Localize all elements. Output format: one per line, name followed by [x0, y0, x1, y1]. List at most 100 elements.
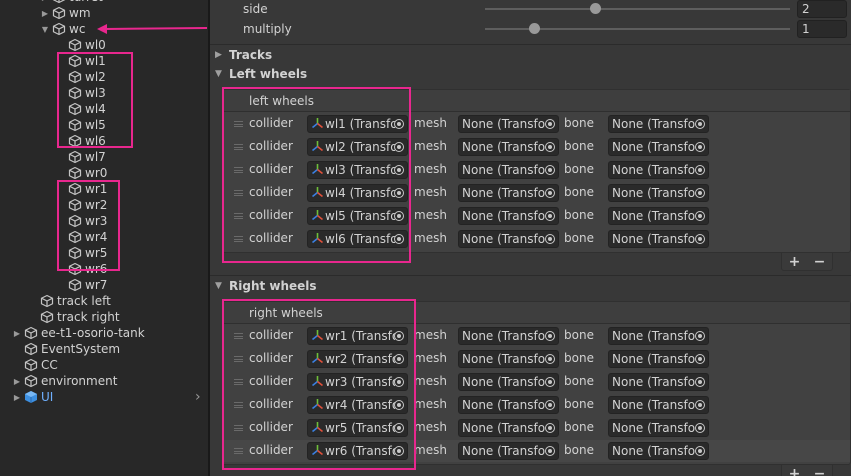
- object-picker-icon[interactable]: [394, 119, 404, 129]
- hierarchy-item[interactable]: wr2: [56, 197, 107, 213]
- fold-closed-icon[interactable]: ▶: [12, 393, 22, 402]
- bone-object-field[interactable]: None (Transform): [608, 184, 709, 202]
- hierarchy-item[interactable]: wr1: [56, 181, 107, 197]
- right-wheels-list-header[interactable]: right wheels: [223, 302, 850, 324]
- object-picker-icon[interactable]: [545, 331, 555, 341]
- collider-object-field[interactable]: wl6 (Transform): [307, 230, 408, 248]
- object-picker-icon[interactable]: [695, 423, 705, 433]
- collider-object-field[interactable]: wl3 (Transform): [307, 161, 408, 179]
- mesh-object-field[interactable]: None (Transform): [458, 373, 559, 391]
- mesh-object-field[interactable]: None (Transform): [458, 161, 559, 179]
- drag-handle-icon[interactable]: [234, 448, 243, 454]
- fold-closed-icon[interactable]: ▶: [12, 329, 22, 338]
- drag-handle-icon[interactable]: [234, 167, 243, 173]
- chevron-right-icon[interactable]: ›: [195, 389, 201, 405]
- drag-handle-icon[interactable]: [234, 236, 243, 242]
- tracks-foldout[interactable]: ▶ Tracks: [215, 48, 272, 62]
- object-picker-icon[interactable]: [394, 165, 404, 175]
- collider-object-field[interactable]: wr2 (Transform): [307, 350, 408, 368]
- object-picker-icon[interactable]: [695, 188, 705, 198]
- hierarchy-item[interactable]: wl4: [56, 101, 106, 117]
- collider-object-field[interactable]: wl1 (Transform): [307, 115, 408, 133]
- hierarchy-item[interactable]: ▼ wc: [40, 21, 86, 37]
- fold-closed-icon[interactable]: ▶: [40, 9, 50, 18]
- object-picker-icon[interactable]: [545, 165, 555, 175]
- drag-handle-icon[interactable]: [234, 213, 243, 219]
- object-picker-icon[interactable]: [695, 142, 705, 152]
- collider-object-field[interactable]: wl2 (Transform): [307, 138, 408, 156]
- object-picker-icon[interactable]: [394, 354, 404, 364]
- side-slider-thumb[interactable]: [589, 3, 601, 14]
- object-picker-icon[interactable]: [695, 331, 705, 341]
- bone-object-field[interactable]: None (Transform): [608, 138, 709, 156]
- collider-object-field[interactable]: wr3 (Transform): [307, 373, 408, 391]
- right-wheels-foldout[interactable]: ▼ Right wheels: [215, 279, 317, 293]
- collider-object-field[interactable]: wl4 (Transform): [307, 184, 408, 202]
- hierarchy-item[interactable]: track left: [28, 293, 111, 309]
- mesh-object-field[interactable]: None (Transform): [458, 442, 559, 460]
- remove-element-button[interactable]: −: [814, 466, 826, 476]
- hierarchy-item[interactable]: ▶ ee-t1-osorio-tank: [12, 325, 145, 341]
- object-picker-icon[interactable]: [695, 165, 705, 175]
- mesh-object-field[interactable]: None (Transform): [458, 350, 559, 368]
- drag-handle-icon[interactable]: [234, 356, 243, 362]
- bone-object-field[interactable]: None (Transform): [608, 115, 709, 133]
- object-picker-icon[interactable]: [394, 423, 404, 433]
- mesh-object-field[interactable]: None (Transform): [458, 138, 559, 156]
- multiply-value-field[interactable]: 1: [797, 20, 847, 38]
- object-picker-icon[interactable]: [394, 188, 404, 198]
- bone-object-field[interactable]: None (Transform): [608, 207, 709, 225]
- collider-object-field[interactable]: wr1 (Transform): [307, 327, 408, 345]
- object-picker-icon[interactable]: [394, 234, 404, 244]
- object-picker-icon[interactable]: [545, 377, 555, 387]
- hierarchy-item[interactable]: wr4: [56, 229, 107, 245]
- hierarchy-item[interactable]: wr3: [56, 213, 107, 229]
- multiply-slider-thumb[interactable]: [528, 23, 540, 34]
- hierarchy-item[interactable]: wr0: [56, 165, 107, 181]
- object-picker-icon[interactable]: [695, 400, 705, 410]
- hierarchy-item[interactable]: wr7: [56, 277, 107, 293]
- mesh-object-field[interactable]: None (Transform): [458, 184, 559, 202]
- collider-object-field[interactable]: wr5 (Transform): [307, 419, 408, 437]
- mesh-object-field[interactable]: None (Transform): [458, 115, 559, 133]
- object-picker-icon[interactable]: [695, 211, 705, 221]
- object-picker-icon[interactable]: [695, 377, 705, 387]
- side-slider-track[interactable]: [485, 8, 790, 10]
- object-picker-icon[interactable]: [394, 446, 404, 456]
- left-wheels-foldout[interactable]: ▼ Left wheels: [215, 67, 307, 81]
- side-value-field[interactable]: 2: [797, 0, 847, 18]
- object-picker-icon[interactable]: [394, 331, 404, 341]
- object-picker-icon[interactable]: [545, 423, 555, 433]
- left-wheels-list-header[interactable]: left wheels: [223, 90, 850, 112]
- hierarchy-item[interactable]: CC: [12, 357, 58, 373]
- fold-closed-icon[interactable]: ▶: [40, 0, 50, 2]
- collider-object-field[interactable]: wr4 (Transform): [307, 396, 408, 414]
- hierarchy-item[interactable]: wr5: [56, 245, 107, 261]
- object-picker-icon[interactable]: [394, 211, 404, 221]
- hierarchy-item[interactable]: wl0: [56, 37, 106, 53]
- mesh-object-field[interactable]: None (Transform): [458, 207, 559, 225]
- object-picker-icon[interactable]: [545, 234, 555, 244]
- hierarchy-item[interactable]: wl5: [56, 117, 106, 133]
- object-picker-icon[interactable]: [394, 377, 404, 387]
- hierarchy-item[interactable]: ▶ wm: [40, 5, 91, 21]
- drag-handle-icon[interactable]: [234, 425, 243, 431]
- hierarchy-item[interactable]: track right: [28, 309, 120, 325]
- bone-object-field[interactable]: None (Transform): [608, 442, 709, 460]
- hierarchy-item[interactable]: wl2: [56, 69, 106, 85]
- object-picker-icon[interactable]: [545, 446, 555, 456]
- bone-object-field[interactable]: None (Transform): [608, 161, 709, 179]
- hierarchy-item[interactable]: wl7: [56, 149, 106, 165]
- object-picker-icon[interactable]: [695, 446, 705, 456]
- object-picker-icon[interactable]: [695, 234, 705, 244]
- bone-object-field[interactable]: None (Transform): [608, 350, 709, 368]
- mesh-object-field[interactable]: None (Transform): [458, 419, 559, 437]
- add-element-button[interactable]: +: [789, 254, 801, 270]
- hierarchy-item[interactable]: wr6: [56, 261, 107, 277]
- collider-object-field[interactable]: wr6 (Transform): [307, 442, 408, 460]
- fold-closed-icon[interactable]: ▶: [12, 377, 22, 386]
- add-element-button[interactable]: +: [789, 466, 801, 476]
- drag-handle-icon[interactable]: [234, 333, 243, 339]
- hierarchy-item[interactable]: ▶ UI: [12, 389, 53, 405]
- object-picker-icon[interactable]: [545, 119, 555, 129]
